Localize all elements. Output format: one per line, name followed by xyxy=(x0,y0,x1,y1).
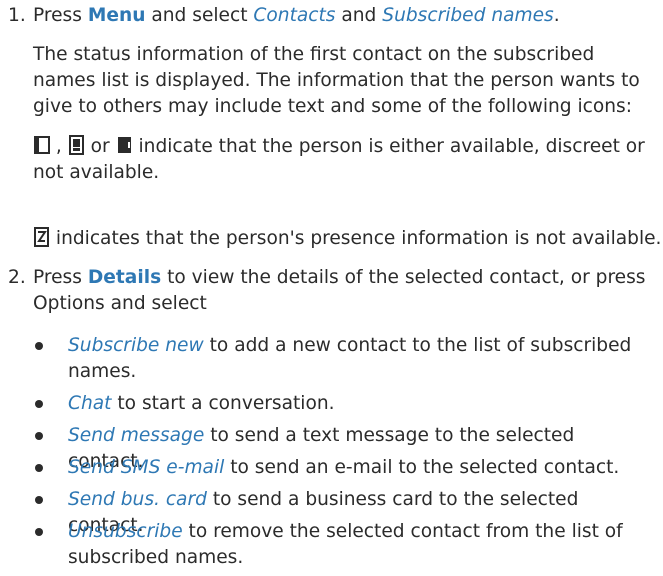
send-bus-card-option: Send bus. card xyxy=(68,489,207,510)
bullet-icon xyxy=(34,333,44,350)
menu-keyword: Menu xyxy=(87,5,146,26)
unsubscribe-option: Unsubscribe xyxy=(68,521,183,542)
bullet-icon xyxy=(34,391,44,408)
step-2-text: Press Details to view the details of the… xyxy=(33,267,646,314)
chat-option: Chat xyxy=(68,393,112,414)
contacts-link: Contacts xyxy=(253,5,336,26)
status-icons-paragraph: , or indicate that the person is either … xyxy=(33,135,645,183)
bullet-icon xyxy=(34,455,44,472)
step-1-line: Press Menu and select Contacts and Subsc… xyxy=(33,5,560,26)
status-discreet-icon xyxy=(68,135,84,155)
bullet-icon xyxy=(34,423,44,440)
subscribed-names-link: Subscribed names xyxy=(382,5,554,26)
status-info-paragraph: The status information of the first cont… xyxy=(33,44,640,117)
details-keyword: Details xyxy=(87,267,162,288)
step-number: 1. xyxy=(8,5,26,26)
status-not-available-icon xyxy=(117,137,131,153)
send-message-option: Send message xyxy=(68,425,205,446)
presence-unavailable-paragraph: indicates that the person's presence inf… xyxy=(33,226,661,252)
bullet-icon xyxy=(34,519,44,536)
presence-unavailable-icon xyxy=(34,227,49,247)
send-sms-email-option: Send SMS e-mail xyxy=(68,457,225,478)
bullet-icon xyxy=(34,487,44,504)
subscribe-new-option: Subscribe new xyxy=(68,335,204,356)
step-number: 2. xyxy=(8,267,26,288)
status-available-icon xyxy=(34,136,50,154)
